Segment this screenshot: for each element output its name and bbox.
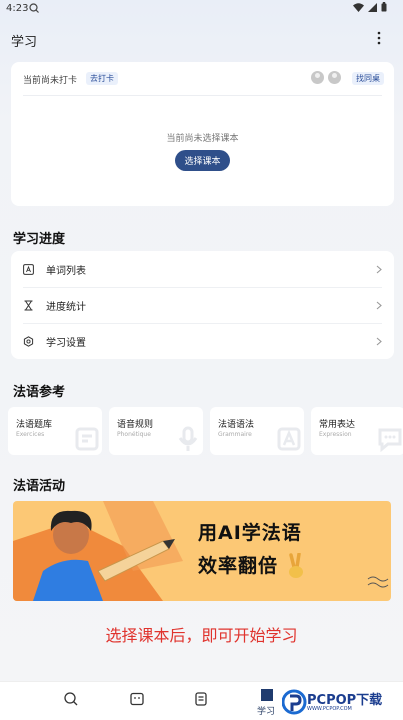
divider (23, 95, 382, 96)
reference-card-subtitle: Expression (319, 431, 352, 438)
list-item-label: 学习设置 (46, 337, 86, 349)
avatar[interactable] (328, 71, 341, 84)
watermark-subtext: WWW.PCPOP.COM (307, 706, 352, 712)
status-bar: 4:23 (0, 0, 403, 18)
list-item-label: 进度统计 (46, 301, 86, 313)
note-icon[interactable] (193, 691, 209, 707)
reference-card-subtitle: Exercices (16, 431, 45, 438)
progress-list: 单词列表 进度统计 学习设置 (11, 251, 394, 359)
a-letter-icon (23, 263, 34, 275)
victory-hand-icon (289, 553, 303, 578)
grammar-icon (277, 427, 301, 451)
microphone-icon (178, 426, 198, 451)
page-title: 学习 (11, 35, 38, 50)
checkin-button[interactable]: 去打卡 (86, 72, 118, 85)
reference-card-title: 法语题库 (16, 420, 53, 430)
status-icons (353, 2, 387, 12)
checkin-status: 当前尚未打卡 (23, 76, 78, 86)
section-title-reference: 法语参考 (13, 385, 66, 400)
section-title-activity: 法语活动 (13, 479, 66, 494)
reference-card-subtitle: Phonétique (117, 431, 151, 438)
study-icon[interactable] (259, 687, 275, 703)
wifi-icon (353, 2, 364, 12)
exercise-icon (75, 427, 99, 451)
more-options-icon[interactable] (375, 30, 383, 46)
avatar[interactable] (311, 71, 324, 84)
reference-card-phonetics[interactable]: 语音规则 Phonétique (109, 407, 203, 455)
nav-label-study[interactable]: 学习 (257, 704, 275, 717)
section-title-progress: 学习进度 (13, 232, 66, 247)
search-icon[interactable] (63, 691, 79, 707)
search-status-icon (29, 3, 39, 13)
banner-subheadline: 效率翻倍 (198, 555, 279, 577)
chat-icon (378, 428, 402, 452)
message-icon[interactable] (129, 691, 145, 707)
empty-textbook-message: 当前尚未选择课本 (166, 134, 239, 144)
reference-card-subtitle: Grammaire (218, 431, 252, 438)
checkin-card: 当前尚未打卡 去打卡 找同桌 当前尚未选择课本 选择课本 (11, 62, 394, 206)
activity-banner[interactable]: 用AI学法语 效率翻倍 (13, 501, 391, 601)
signal-icon (368, 2, 377, 12)
banner-headline: 用AI学法语 (198, 522, 302, 544)
chevron-right-icon (376, 337, 382, 345)
battery-icon (381, 2, 387, 12)
status-time: 4:23 (6, 3, 29, 14)
reference-card-title: 语音规则 (117, 420, 154, 430)
list-item-label: 单词列表 (46, 265, 86, 277)
hourglass-icon (24, 300, 33, 310)
reference-card-exercises[interactable]: 法语题库 Exercices (8, 407, 102, 455)
chevron-right-icon (376, 265, 382, 273)
select-textbook-button[interactable]: 选择课本 (175, 150, 230, 171)
reference-card-title: 法语语法 (218, 420, 255, 430)
reference-card-expressions[interactable]: 常用表达 Expression (311, 407, 403, 455)
settings-icon (23, 335, 34, 347)
list-item-word-list[interactable]: 单词列表 (11, 251, 394, 287)
reference-card-grammar[interactable]: 法语语法 Grammaire (210, 407, 304, 455)
list-item-progress-stats[interactable]: 进度统计 (11, 287, 394, 323)
chevron-right-icon (376, 301, 382, 309)
reference-card-title: 常用表达 (319, 420, 356, 430)
find-deskmate-button[interactable]: 找同桌 (352, 72, 384, 85)
list-item-study-settings[interactable]: 学习设置 (11, 323, 394, 359)
promo-message: 选择课本后，即可开始学习 (105, 626, 298, 645)
